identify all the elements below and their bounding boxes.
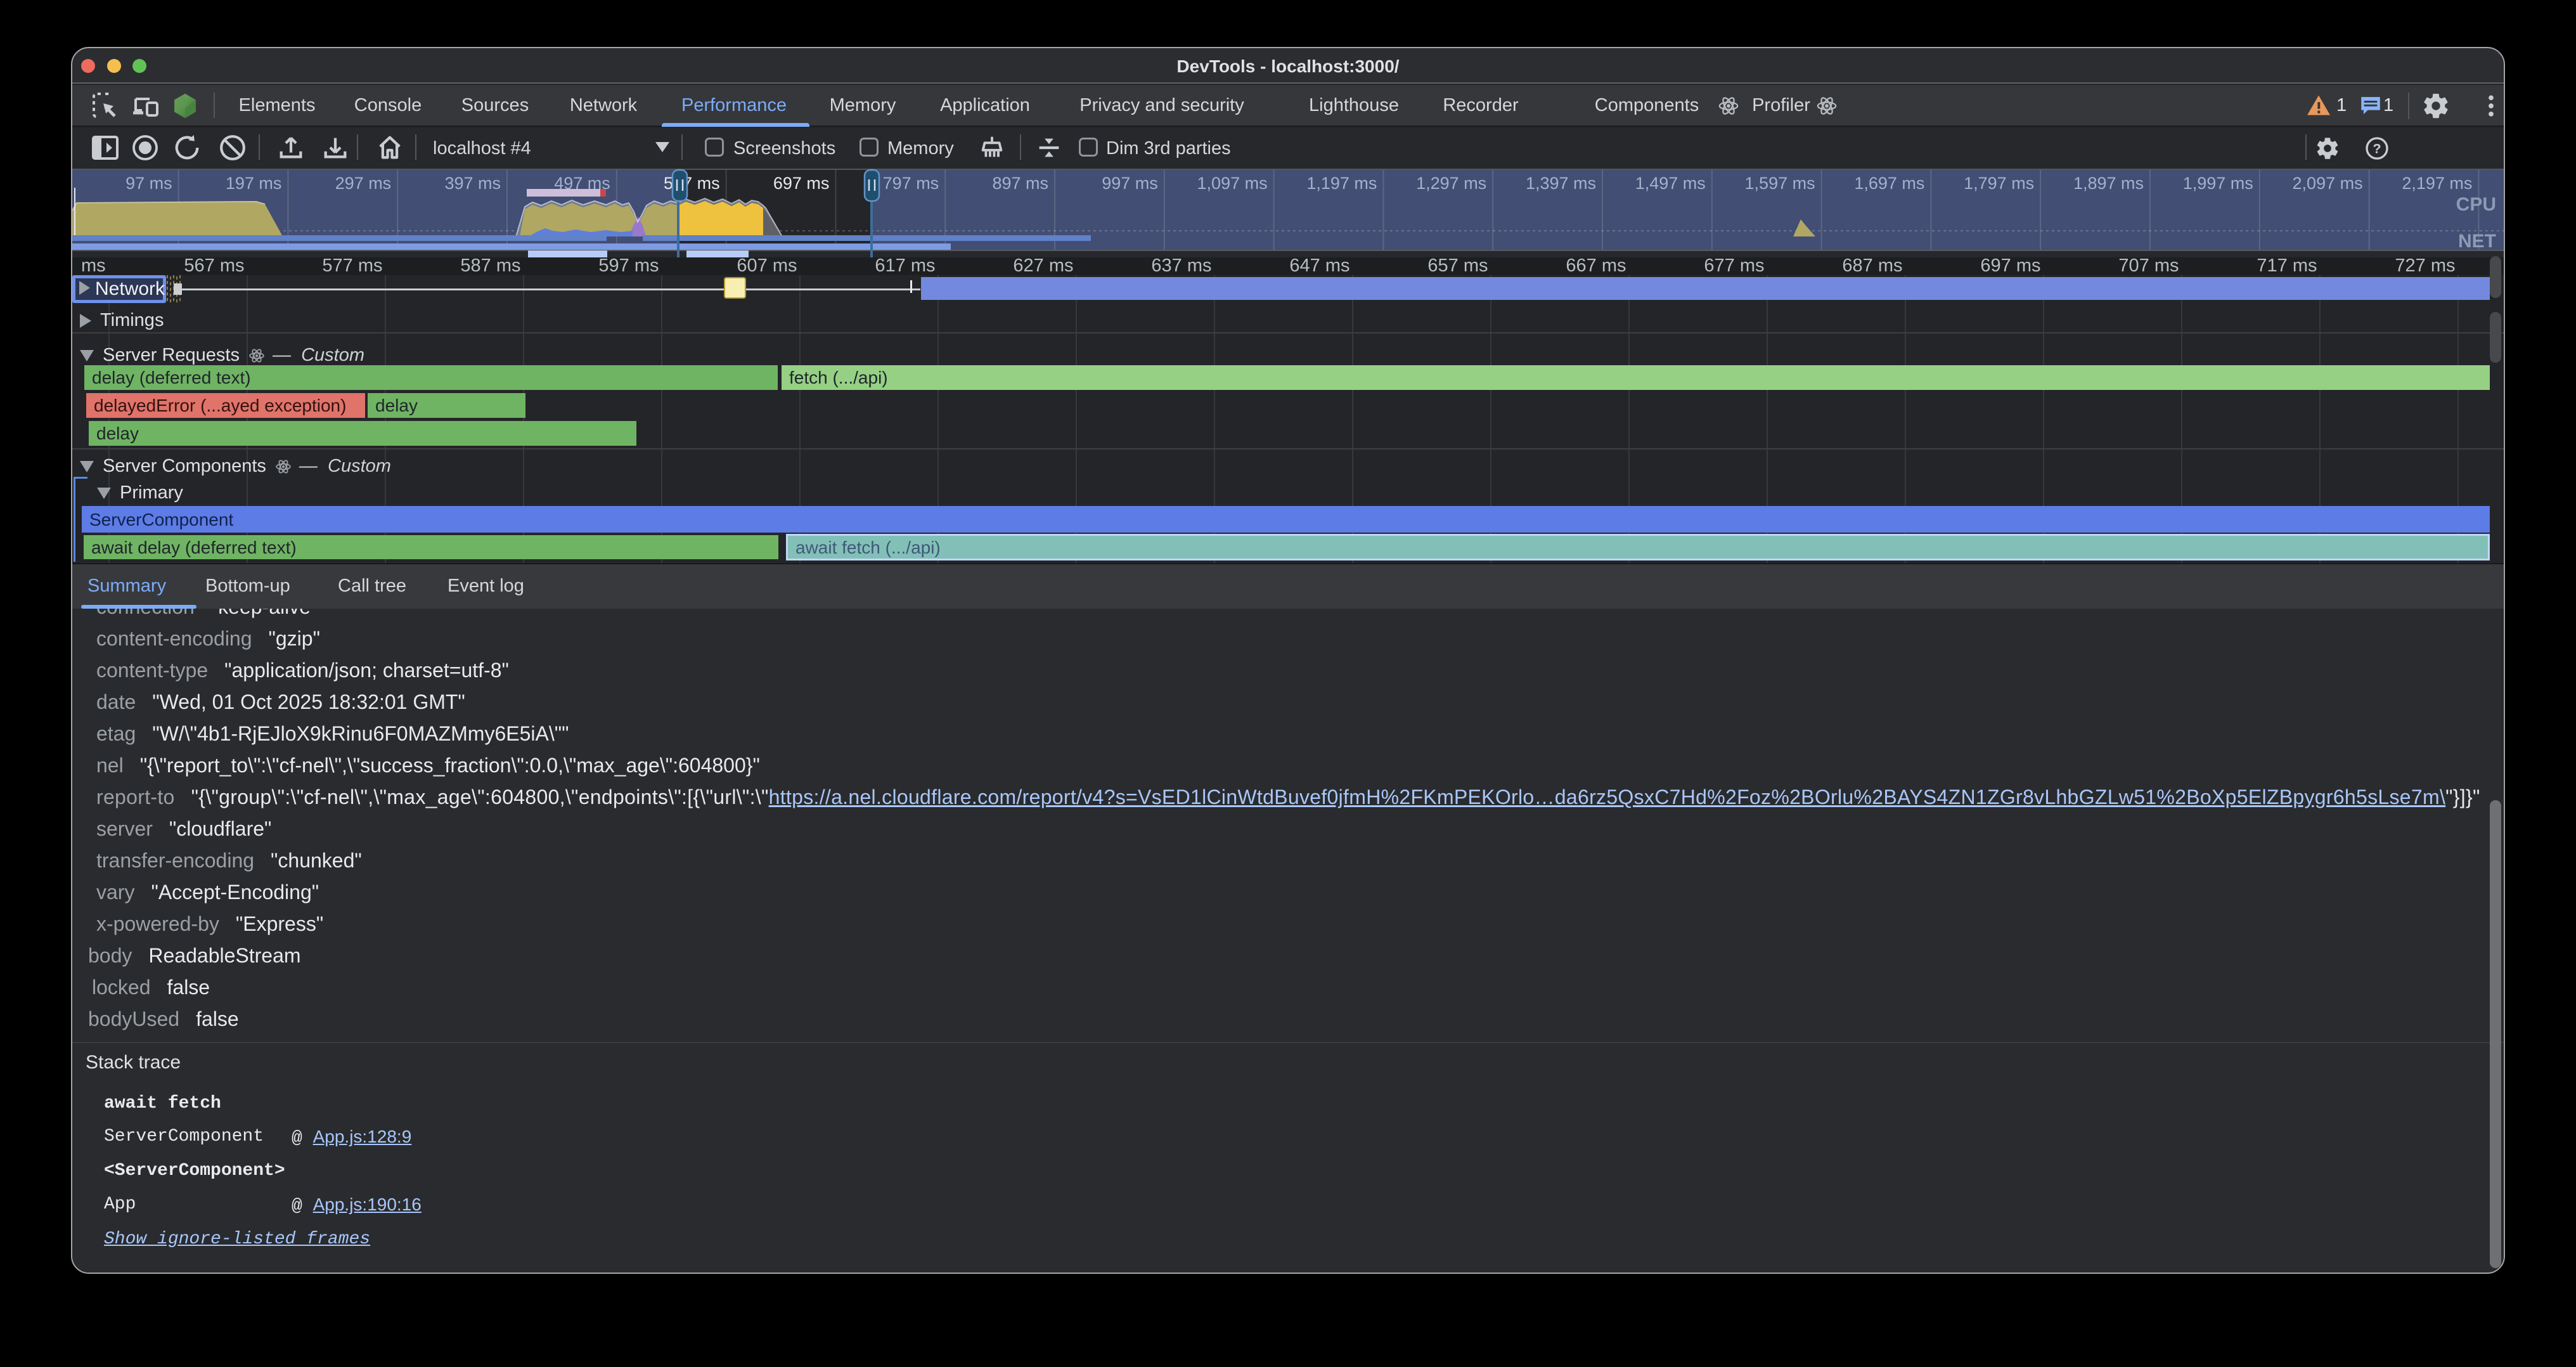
svg-text:1,297 ms: 1,297 ms xyxy=(1416,174,1486,193)
svg-text:297 ms: 297 ms xyxy=(335,174,392,193)
svg-text:?: ? xyxy=(2373,140,2381,156)
svg-text:397 ms: 397 ms xyxy=(444,174,501,193)
svg-text:1,497 ms: 1,497 ms xyxy=(1635,174,1706,193)
svg-text:1,797 ms: 1,797 ms xyxy=(1964,174,2034,193)
svg-text:897 ms: 897 ms xyxy=(992,174,1048,193)
svg-text:797 ms: 797 ms xyxy=(883,174,939,193)
svg-text:NET: NET xyxy=(2458,231,2496,252)
svg-text:197 ms: 197 ms xyxy=(226,174,282,193)
svg-text:1,397 ms: 1,397 ms xyxy=(1526,174,1596,193)
svg-text:697 ms: 697 ms xyxy=(773,174,830,193)
svg-text:1,597 ms: 1,597 ms xyxy=(1745,174,1815,193)
svg-text:1,197 ms: 1,197 ms xyxy=(1306,174,1377,193)
svg-text:1,897 ms: 1,897 ms xyxy=(2073,174,2144,193)
svg-text:97 ms: 97 ms xyxy=(126,174,172,193)
svg-text:1,697 ms: 1,697 ms xyxy=(1854,174,1924,193)
svg-text:1,097 ms: 1,097 ms xyxy=(1197,174,1268,193)
svg-text:1,997 ms: 1,997 ms xyxy=(2183,174,2253,193)
svg-text:997 ms: 997 ms xyxy=(1102,174,1158,193)
svg-text:CPU: CPU xyxy=(2456,194,2496,215)
svg-text:2,197 ms: 2,197 ms xyxy=(2402,174,2472,193)
svg-text:2,097 ms: 2,097 ms xyxy=(2293,174,2363,193)
